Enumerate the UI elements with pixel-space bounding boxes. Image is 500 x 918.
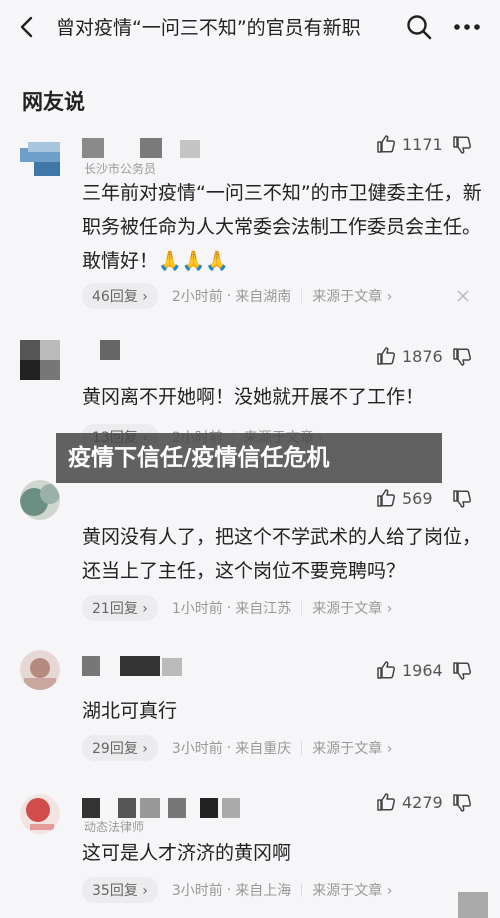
avatar[interactable] (20, 480, 60, 520)
comment-text: 三年前对疫情“一问三不知”的市卫健委主任，新职务被任命为人大常委会法制工作委员会… (82, 182, 482, 272)
comment-text: 这可是人才济济的黄冈啊 (82, 842, 292, 864)
comment-text: 湖北可真行 (82, 700, 178, 722)
comment-meta: 46回复 › 2小时前 · 来自湖南 来源于文章 › (82, 283, 392, 309)
comment-time: 3小时前 (171, 883, 223, 899)
source-link[interactable]: 来源于文章 › (312, 880, 392, 900)
source-link[interactable]: 来源于文章 › (312, 598, 392, 618)
search-icon[interactable] (405, 13, 433, 41)
like-button[interactable]: 569 (376, 488, 433, 508)
user-title: 长沙市公务员 (84, 162, 157, 176)
divider (301, 741, 303, 755)
comment-location: 来自上海 (235, 883, 292, 899)
replies-button[interactable]: 35回复 › (82, 877, 158, 903)
thumbs-up-icon (377, 347, 396, 365)
thumbs-down-icon[interactable] (452, 793, 472, 813)
like-count: 1876 (402, 346, 443, 366)
comment-text: 黄冈离不开她啊！没她就开展不了工作！ (82, 386, 425, 408)
comment-meta: 29回复 › 3小时前 · 来自重庆 来源于文章 › (82, 735, 392, 761)
comment-location: 来自重庆 (235, 741, 292, 757)
divider (301, 601, 303, 615)
replies-button[interactable]: 21回复 › (82, 595, 158, 621)
comment-text: 黄冈没有人了，把这个不学武术的人给了岗位，还当上了主任，这个岗位不要竞聘吗？ (82, 526, 482, 582)
page-title: 曾对疫情“一问三不知”的官员有新职 (56, 17, 361, 39)
thumbs-down-icon[interactable] (452, 135, 472, 155)
like-button[interactable]: 1876 (376, 346, 443, 366)
avatar[interactable] (20, 650, 60, 690)
comment-meta: 21回复 › 1小时前 · 来自江苏 来源于文章 › (82, 595, 392, 621)
thumbs-up-icon (377, 793, 396, 811)
like-button[interactable]: 1171 (376, 134, 443, 154)
divider (301, 883, 303, 897)
overlay-banner: 疫情下信任/疫情信任危机 (56, 433, 442, 483)
thumbs-down-icon[interactable] (452, 347, 472, 367)
comment-time: 1小时前 (171, 601, 223, 617)
like-count: 569 (402, 488, 433, 508)
source-link[interactable]: 来源于文章 › (312, 286, 392, 306)
user-title: 动态法律师 (84, 820, 145, 834)
like-count: 1171 (402, 134, 443, 154)
comment-location: 来自江苏 (235, 601, 292, 617)
top-bar: 曾对疫情“一问三不知”的官员有新职 (0, 0, 500, 56)
thumbs-up-icon (377, 489, 396, 507)
avatar[interactable] (20, 138, 60, 178)
close-icon[interactable] (456, 289, 470, 303)
like-count: 1964 (402, 660, 443, 680)
thumbs-down-icon[interactable] (452, 661, 472, 681)
like-button[interactable]: 1964 (376, 660, 443, 680)
comment-time: 2小时前 (171, 289, 223, 305)
divider (301, 289, 303, 303)
section-title: 网友说 (22, 90, 85, 114)
more-options-icon[interactable] (452, 14, 482, 40)
comment-meta: 35回复 › 3小时前 · 来自上海 来源于文章 › (82, 877, 392, 903)
back-arrow-icon[interactable] (14, 14, 40, 40)
comment-location: 来自湖南 (235, 289, 292, 305)
thumbs-up-icon (377, 661, 396, 679)
redaction-block (458, 892, 488, 918)
thumbs-down-icon[interactable] (452, 489, 472, 509)
like-button[interactable]: 4279 (376, 792, 443, 812)
avatar[interactable] (20, 340, 60, 380)
comment-time: 3小时前 (171, 741, 223, 757)
replies-button[interactable]: 29回复 › (82, 735, 158, 761)
like-count: 4279 (402, 792, 443, 812)
thumbs-up-icon (377, 135, 396, 153)
replies-button[interactable]: 46回复 › (82, 283, 158, 309)
avatar[interactable] (20, 794, 60, 834)
source-link[interactable]: 来源于文章 › (312, 738, 392, 758)
